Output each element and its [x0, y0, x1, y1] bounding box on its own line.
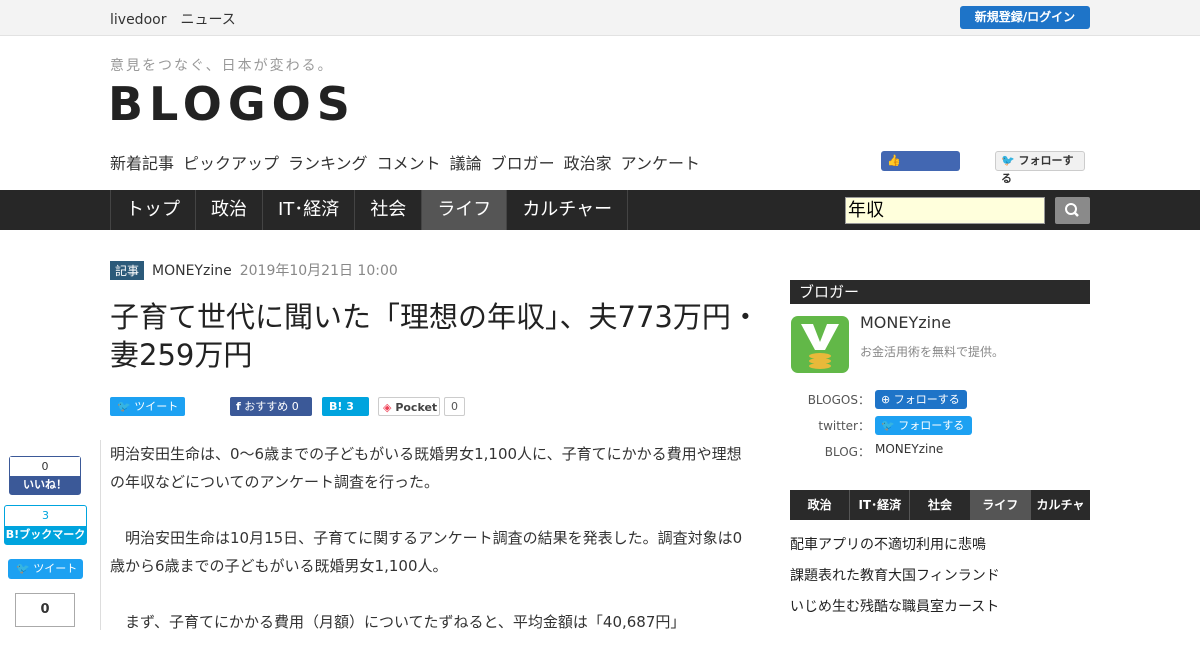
thumbs-up-icon: 👍 — [887, 154, 901, 167]
fb-like-label: いいね！ — [10, 476, 80, 494]
subnav-ranking[interactable]: ランキング — [288, 154, 368, 173]
hatena-count: 3 — [42, 509, 49, 522]
site-tagline: 意見をつなぐ、日本が変わる。 — [110, 58, 334, 74]
tweet-share-button[interactable]: 🐦 ツイート — [110, 397, 185, 416]
article-source[interactable]: MONEYzine — [152, 263, 232, 279]
sidebar-tab-it-economy[interactable]: IT･経済 — [850, 490, 911, 520]
nav-culture[interactable]: カルチャー — [507, 190, 629, 230]
twitter-bird-icon: 🐦 — [881, 419, 895, 432]
floating-facebook-like[interactable]: 0 いいね！ — [9, 456, 81, 495]
pocket-button[interactable]: ◈ Pocket — [378, 397, 440, 416]
article-paragraph: 明治安田生命は、0～6歳までの子どもがいる既婚男女1,100人に、子育てにかかる… — [110, 445, 742, 491]
sidebar-twitter-follow-button[interactable]: 🐦 フォローする — [875, 416, 972, 435]
list-item[interactable]: いじめ生む残酷な職員室カースト — [790, 597, 1090, 628]
blogger-avatar[interactable] — [791, 316, 849, 373]
subnav-discussion[interactable]: 議論 — [450, 154, 482, 173]
subnav-survey[interactable]: アンケート — [621, 154, 700, 173]
article-title: 子育て世代に聞いた「理想の年収」、夫773万円・妻259万円 — [110, 300, 760, 372]
blogger-description: お金活用術を無料で提供。 — [860, 345, 1005, 359]
subnav-new-articles[interactable]: 新着記事 — [110, 154, 174, 173]
floating-pocket-count[interactable]: 0 — [15, 593, 75, 627]
plus-circle-icon: ⊕ — [881, 393, 891, 406]
content-divider — [100, 440, 101, 630]
sidebar-tab-society[interactable]: 社会 — [910, 490, 971, 520]
pocket-count: 0 — [444, 397, 465, 416]
nav-life[interactable]: ライフ — [422, 190, 508, 230]
top-bar: livedoor ニュース 新規登録/ログイン — [0, 0, 1200, 36]
search-icon — [1065, 203, 1079, 217]
subnav-comments[interactable]: コメント — [377, 154, 441, 173]
nav-top[interactable]: トップ — [111, 190, 196, 230]
sidebar-tab-culture[interactable]: カルチャー — [1031, 490, 1090, 542]
article-paragraph: 明治安田生命は10月15日、子育てに関するアンケート調査の結果を発表した。調査対… — [110, 529, 743, 575]
list-item[interactable]: 課題表れた教育大国フィンランド — [790, 566, 1090, 597]
list-item[interactable]: 配車アプリの不適切利用に悲鳴 — [790, 535, 1090, 566]
sidebar-category-tabs: 政治 IT･経済 社会 ライフ カルチャー — [790, 490, 1090, 542]
facebook-recommend-button[interactable]: f おすすめ 0 — [230, 397, 312, 416]
twitter-bird-icon: 🐦 — [16, 562, 30, 575]
sidebar-article-list: 配車アプリの不適切利用に悲鳴 課題表れた教育大国フィンランド いじめ生む残酷な職… — [790, 535, 1090, 628]
twitter-bird-icon: 🐦 — [117, 400, 131, 413]
livedoor-news-link[interactable]: livedoor ニュース — [110, 9, 236, 29]
search-input[interactable]: 年収 — [845, 197, 1045, 224]
floating-tweet-button[interactable]: 🐦 ツイート — [8, 559, 83, 579]
nav-society[interactable]: 社会 — [355, 190, 423, 230]
facebook-like-button[interactable]: 👍 Like 132K — [881, 151, 960, 187]
sidebar-tab-life[interactable]: ライフ — [970, 490, 1031, 520]
blogos-follow-label: BLOGOS： — [807, 393, 870, 407]
facebook-icon: f — [236, 400, 241, 413]
twitter-bird-icon: 🐦 — [1001, 154, 1015, 167]
sidebar-tab-politics[interactable]: 政治 — [790, 490, 851, 520]
like-count: 132K — [915, 174, 944, 187]
blog-link[interactable]: MONEYzine — [875, 442, 943, 456]
signup-login-button[interactable]: 新規登録/ログイン — [960, 6, 1090, 29]
article-meta: 記事 MONEYzine 2019年10月21日 10:00 — [110, 260, 398, 280]
blog-label: BLOG： — [824, 445, 870, 459]
nav-it-economy[interactable]: IT･経済 — [263, 190, 356, 230]
nav-politics[interactable]: 政治 — [196, 190, 263, 230]
article-body: 明治安田生命は、0～6歳までの子どもがいる既婚男女1,100人に、子育てにかかる… — [110, 440, 750, 664]
sidebar-blogger-heading: ブロガー — [790, 280, 1090, 304]
fb-like-count: 0 — [10, 457, 80, 476]
article-paragraph: まず、子育てにかかる費用（月額）についてたずねると、平均金額は「40,687円」 — [110, 613, 686, 631]
search-button[interactable] — [1055, 197, 1090, 224]
subnav-pickup[interactable]: ピックアップ — [183, 154, 279, 173]
hatena-label: B!ブックマーク — [5, 526, 86, 544]
subnav-bloggers[interactable]: ブロガー — [491, 154, 555, 173]
blogos-logo[interactable]: BLOGOS — [108, 78, 356, 130]
floating-hatena-bookmark[interactable]: 3 B!ブックマーク — [4, 505, 87, 545]
subnav-politicians[interactable]: 政治家 — [564, 154, 612, 173]
article-date: 2019年10月21日 10:00 — [239, 263, 398, 279]
twitter-follow-button[interactable]: 🐦 フォローする — [995, 151, 1085, 185]
pocket-icon: ◈ — [383, 401, 392, 414]
hatena-bookmark-button[interactable]: B! 3 — [322, 397, 369, 416]
article-type-badge: 記事 — [110, 261, 145, 280]
blogos-follow-button[interactable]: ⊕ フォローする — [875, 390, 967, 409]
twitter-follow-label: twitter： — [818, 419, 870, 433]
moneyzine-logo-icon — [801, 324, 839, 369]
blogger-name[interactable]: MONEYzine — [860, 313, 951, 332]
sub-navigation: 新着記事 ピックアップ ランキング コメント 議論 ブロガー 政治家 アンケート — [110, 150, 709, 174]
